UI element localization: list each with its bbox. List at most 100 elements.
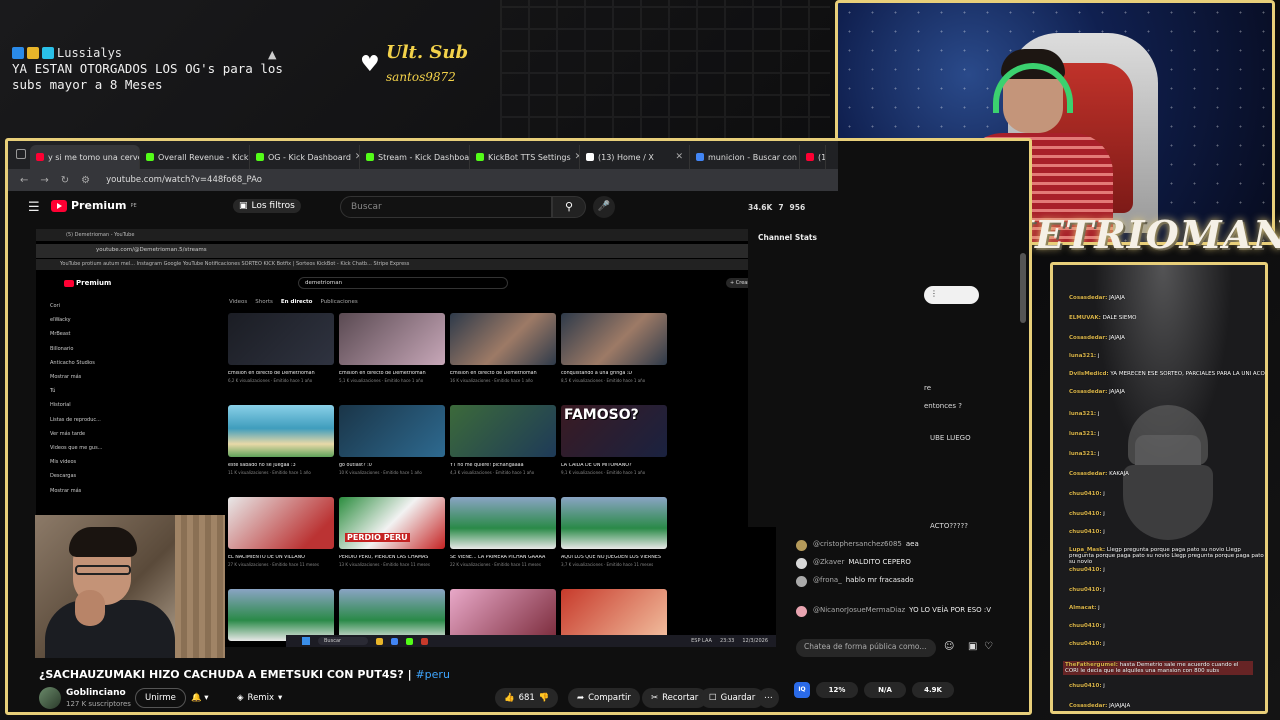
alert-user: Lussialys [57, 46, 123, 60]
browser-tab[interactable]: municion - Buscar con Go✕ [690, 145, 800, 169]
video-card-title: Emisión en directo de Demetrioman [450, 371, 537, 376]
close-icon[interactable]: ✕ [675, 152, 683, 162]
thumbs-down-icon[interactable]: 👎 [539, 693, 550, 703]
heart-icon[interactable]: ♡ [984, 641, 993, 652]
wooden-door [175, 515, 225, 658]
youtube-logo[interactable]: Premium PE [51, 199, 137, 212]
inner-logo-text: Premium [76, 279, 112, 287]
join-button[interactable]: Unirme [135, 688, 186, 708]
address-bar: ← → ↻ ⚙ youtube.com/watch?v=448fo68_PAo [8, 169, 838, 191]
bell-icon[interactable]: 🔔 ▾ [182, 688, 218, 708]
video-card-title: SE VIENE... LA PRIMERA PICHAN GAAAA [450, 555, 546, 560]
guest-hand [75, 590, 105, 626]
back-icon[interactable]: ← [20, 175, 28, 186]
stream-chat-message: luna321: j [1069, 431, 1099, 437]
inner-sidebar-item: elWacky [50, 317, 71, 324]
tab-title: (13) Home / X [598, 152, 654, 162]
stream-chat-user: chuu0410: [1069, 567, 1102, 573]
clip-label: Recortar [662, 693, 699, 703]
youtube-play-icon [51, 199, 67, 212]
chat-input[interactable]: Chatea de forma pública como... [796, 639, 936, 657]
save-label: Guardar [720, 693, 756, 703]
guest-body [45, 600, 175, 658]
video-card: SE VIENE... LA PRIMERA PICHAN GAAAA 22 K … [450, 497, 556, 567]
stream-chat-user: Cosasdedar: [1069, 389, 1108, 395]
video-card-meta: 3,7 K visualizaciones · Emitido hace 11 … [561, 562, 654, 567]
chat-message: @frona_ hablo mr fracasado [796, 576, 914, 587]
inner-sidebar-item: MrBeast [50, 331, 71, 338]
video-card-title: EL NACIMIENTO DE UN VILLANO [228, 555, 305, 560]
chat-user: @NicanorJosueMermaDiaz [813, 606, 906, 614]
video-card-meta: 10 K visualizaciones · Emitido hace 1 añ… [339, 470, 422, 475]
video-title-text: ¿SACHAUZUMAKI HIZO CACHUDA A EMETSUKI CO… [39, 668, 412, 681]
tab-favicon [476, 153, 484, 161]
tab-favicon [36, 153, 44, 161]
video-card: Emisión en directo de Demetrioman 6,2 K v… [228, 313, 334, 383]
remix-button[interactable]: ◈ Remix ▾ [228, 688, 291, 708]
stream-chat-text: DALE SIEMO [1102, 315, 1137, 321]
tab-favicon [696, 153, 704, 161]
stream-chat-message: DvilsMedicd: YA MERECEN ESE SORTEO, PARC… [1069, 371, 1265, 377]
stream-chat-message: Cosasdedar: JAJAJA [1069, 389, 1125, 395]
menu-icon[interactable]: ☰ [28, 200, 40, 215]
pin-icon: ▲ [268, 48, 277, 61]
browser-tab[interactable]: (1) [800, 145, 826, 169]
more-icon[interactable]: ⋯ [758, 688, 779, 708]
browser-tab[interactable]: Stream - Kick Dashboard✕ [360, 145, 470, 169]
forward-icon[interactable]: → [40, 175, 48, 186]
thumbnail-text: FAMOSO? [564, 407, 639, 423]
reload-icon[interactable]: ↻ [61, 175, 69, 186]
search-input[interactable]: Buscar [340, 196, 552, 218]
stream-chat-message: ELMUVAK: DALE SIEMO [1069, 315, 1136, 321]
avatar [796, 558, 807, 569]
video-card-meta: 9,1 K visualizaciones · Emitido hace 1 a… [561, 470, 646, 475]
browser-tab[interactable]: KickBot TTS Settings✕ [470, 145, 580, 169]
browser-tab[interactable]: Overall Revenue - Kick Da✕ [140, 145, 250, 169]
stream-chat-user: Cosasdedar: [1069, 703, 1108, 709]
taskbar-search: Buscar [318, 637, 368, 645]
hashtag-link[interactable]: #peru [415, 668, 449, 681]
share-button[interactable]: ➦ Compartir [568, 688, 640, 708]
stream-chat-message: chuu0410: j [1069, 683, 1105, 689]
app-icon [421, 637, 428, 645]
video-thumbnail [228, 589, 334, 641]
clip-button[interactable]: ✂ Recortar [642, 688, 708, 708]
like-button[interactable]: 👍 681 👎 [495, 688, 559, 708]
stream-chat-message: chuu0410: j [1069, 529, 1105, 535]
guest-webcam [35, 515, 225, 658]
scrollbar[interactable] [1020, 253, 1026, 323]
stream-chat-message: TheFathergumel: hasta Demetrio sale me a… [1063, 661, 1253, 675]
save-button[interactable]: ☐ Guardar [700, 688, 765, 708]
search-icon[interactable]: ⚲ [552, 196, 586, 218]
browser-tab[interactable]: OG - Kick Dashboard✕ [250, 145, 360, 169]
video-card: AQUI LOS QUE NO JUEGUEN LOS VIERNES 3,7 K… [561, 497, 667, 567]
chat-ghost-text: ACTO????? [930, 522, 968, 530]
url-input[interactable]: youtube.com/watch?v=448fo68_PAo [106, 175, 262, 185]
super-chat-icon[interactable]: ▣ [968, 641, 977, 652]
more-options-icon[interactable]: ⋮ [924, 286, 979, 304]
stream-chat-text: j [1103, 623, 1105, 629]
channel-name[interactable]: Goblinciano [66, 688, 126, 698]
stream-chat-user: chuu0410: [1069, 529, 1102, 535]
stat-pill: 12% [816, 682, 858, 698]
subtab: Shorts [255, 299, 273, 305]
site-info-icon[interactable]: ⚙ [81, 175, 90, 186]
mic-icon[interactable]: 🎤 [593, 196, 615, 218]
emoji-icon[interactable]: ☺ [944, 641, 954, 652]
filters-chip[interactable]: ▣ Los filtros [233, 199, 301, 213]
video-card: FAMOSO? LA CAIDA DE UN MITOMANO? 9,1 K vis… [561, 405, 667, 475]
channel-avatar[interactable] [39, 687, 61, 709]
thumbs-up-icon: 👍 [504, 693, 515, 703]
inner-sidebar-item: Historial [50, 402, 71, 409]
tab-menu-icon[interactable] [16, 149, 26, 159]
tab-title: y si me tomo una cerveza [48, 152, 139, 162]
video-thumbnail [450, 405, 556, 457]
stream-chat-text: j [1097, 353, 1100, 359]
taskbar-lang: ESP LAA [691, 638, 712, 644]
stream-chat-text: j [1103, 683, 1105, 689]
browser-tab[interactable]: y si me tomo una cerveza✕ [30, 145, 140, 169]
video-thumbnail [339, 405, 445, 457]
inner-sidebar-item: Tú [50, 388, 56, 395]
chat-text: MALDITO CEPERO [848, 558, 911, 566]
browser-tab[interactable]: (13) Home / X ✕ [580, 145, 690, 169]
